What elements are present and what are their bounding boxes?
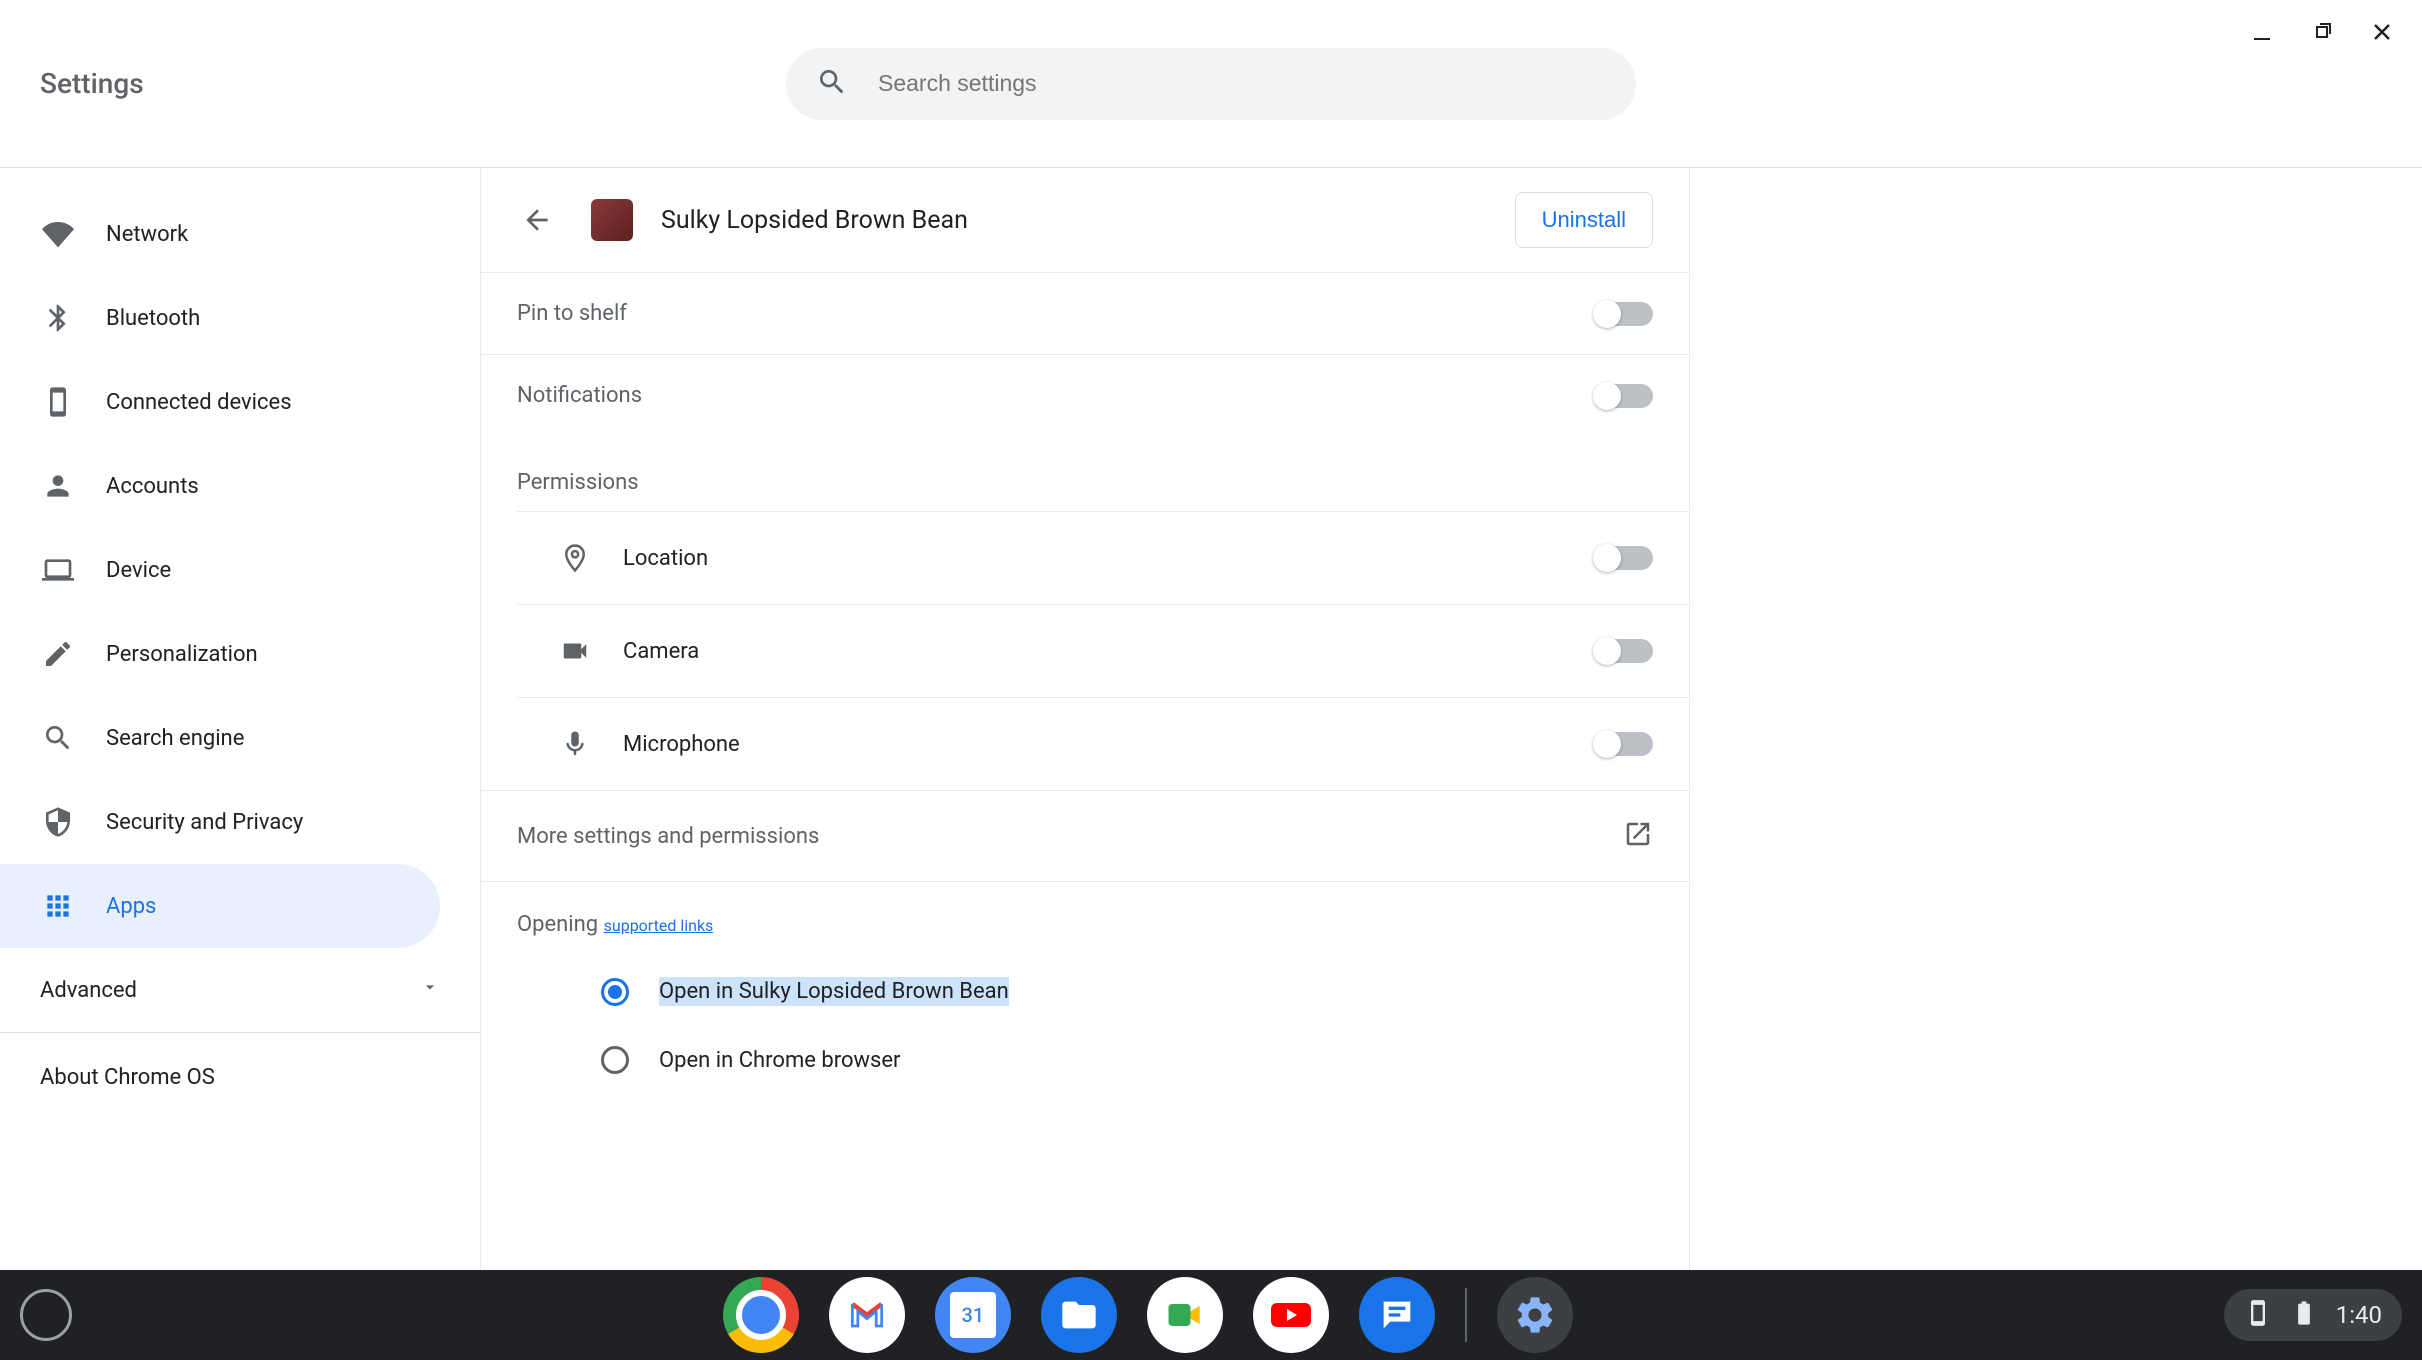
opening-prefix: Opening — [517, 912, 604, 937]
laptop-icon — [40, 552, 76, 588]
edit-icon — [40, 636, 76, 672]
back-button[interactable] — [517, 200, 557, 240]
open-external-icon — [1623, 819, 1653, 853]
main-content: Sulky Lopsided Brown Bean Uninstall Pin … — [480, 168, 2422, 1270]
app-icon — [591, 199, 633, 241]
battery-icon — [2290, 1299, 2318, 1331]
close-button[interactable] — [2366, 16, 2398, 48]
shelf-app-chrome[interactable] — [723, 1277, 799, 1353]
sidebar-item-apps[interactable]: Apps — [0, 864, 440, 948]
sidebar-item-label: Apps — [106, 894, 156, 919]
phone-icon — [40, 384, 76, 420]
wifi-icon — [40, 216, 76, 252]
permission-camera-label: Camera — [623, 639, 1595, 664]
clock: 1:40 — [2336, 1301, 2382, 1329]
sidebar-item-device[interactable]: Device — [0, 528, 440, 612]
permission-location-toggle[interactable] — [1595, 546, 1653, 570]
shelf-app-messages[interactable] — [1359, 1277, 1435, 1353]
radio-open-in-chrome-label: Open in Chrome browser — [659, 1048, 901, 1073]
search-icon — [40, 720, 76, 756]
sidebar: Network Bluetooth Connected devices Acco… — [0, 168, 480, 1270]
sidebar-item-network[interactable]: Network — [0, 192, 440, 276]
shelf-app-files[interactable] — [1041, 1277, 1117, 1353]
sidebar-item-personalization[interactable]: Personalization — [0, 612, 440, 696]
supported-links-link[interactable]: supported links — [604, 916, 714, 935]
permission-location-label: Location — [623, 546, 1595, 571]
divider — [0, 1032, 480, 1033]
radio-button[interactable] — [601, 978, 629, 1006]
microphone-icon — [557, 726, 593, 762]
shelf: 31 1:40 — [0, 1270, 2422, 1360]
shelf-app-calendar[interactable]: 31 — [935, 1277, 1011, 1353]
pin-to-shelf-toggle[interactable] — [1595, 302, 1653, 326]
sidebar-item-label: Network — [106, 222, 188, 247]
permissions-heading: Permissions — [481, 436, 1689, 511]
pin-to-shelf-label: Pin to shelf — [517, 301, 627, 326]
shield-icon — [40, 804, 76, 840]
app-title: Sulky Lopsided Brown Bean — [661, 206, 1515, 235]
launcher-button[interactable] — [20, 1289, 72, 1341]
radio-button[interactable] — [601, 1046, 629, 1074]
sidebar-item-label: Search engine — [106, 726, 244, 751]
shelf-app-settings[interactable] — [1497, 1277, 1573, 1353]
sidebar-item-label: Bluetooth — [106, 306, 200, 331]
minimize-button[interactable] — [2246, 16, 2278, 48]
shelf-separator — [1465, 1288, 1467, 1342]
search-box[interactable] — [786, 48, 1636, 120]
search-icon — [816, 66, 848, 102]
sidebar-item-label: Security and Privacy — [106, 810, 303, 835]
maximize-button[interactable] — [2306, 16, 2338, 48]
chevron-down-icon — [420, 977, 440, 1003]
more-settings-row[interactable]: More settings and permissions — [481, 790, 1689, 882]
sidebar-item-bluetooth[interactable]: Bluetooth — [0, 276, 440, 360]
location-icon — [557, 540, 593, 576]
bluetooth-icon — [40, 300, 76, 336]
sidebar-advanced-label: Advanced — [40, 978, 137, 1003]
page-title: Settings — [40, 67, 144, 100]
sidebar-item-accounts[interactable]: Accounts — [0, 444, 440, 528]
notifications-toggle[interactable] — [1595, 384, 1653, 408]
sidebar-item-security-privacy[interactable]: Security and Privacy — [0, 780, 440, 864]
shelf-app-youtube[interactable] — [1253, 1277, 1329, 1353]
sidebar-item-search-engine[interactable]: Search engine — [0, 696, 440, 780]
sidebar-item-label: Accounts — [106, 474, 199, 499]
sidebar-about-label: About Chrome OS — [40, 1065, 215, 1090]
permission-camera-toggle[interactable] — [1595, 639, 1653, 663]
sidebar-advanced[interactable]: Advanced — [0, 948, 480, 1032]
radio-open-in-app-label: Open in Sulky Lopsided Brown Bean — [659, 977, 1009, 1006]
uninstall-button[interactable]: Uninstall — [1515, 192, 1653, 248]
sidebar-item-connected-devices[interactable]: Connected devices — [0, 360, 440, 444]
permission-microphone-label: Microphone — [623, 732, 1595, 757]
radio-open-in-app[interactable]: Open in Sulky Lopsided Brown Bean — [481, 957, 1689, 1026]
shelf-app-meet[interactable] — [1147, 1277, 1223, 1353]
sidebar-item-label: Personalization — [106, 642, 258, 667]
shelf-app-gmail[interactable] — [829, 1277, 905, 1353]
sidebar-about[interactable]: About Chrome OS — [0, 1037, 480, 1117]
more-settings-label: More settings and permissions — [517, 824, 819, 849]
sidebar-item-label: Connected devices — [106, 390, 292, 415]
phone-hub-icon — [2244, 1299, 2272, 1331]
person-icon — [40, 468, 76, 504]
search-input[interactable] — [878, 70, 1606, 97]
permission-microphone-toggle[interactable] — [1595, 732, 1653, 756]
status-tray[interactable]: 1:40 — [2224, 1289, 2402, 1341]
apps-icon — [40, 888, 76, 924]
sidebar-item-label: Device — [106, 558, 171, 583]
camera-icon — [557, 633, 593, 669]
radio-open-in-chrome[interactable]: Open in Chrome browser — [481, 1026, 1689, 1094]
notifications-label: Notifications — [517, 383, 642, 408]
